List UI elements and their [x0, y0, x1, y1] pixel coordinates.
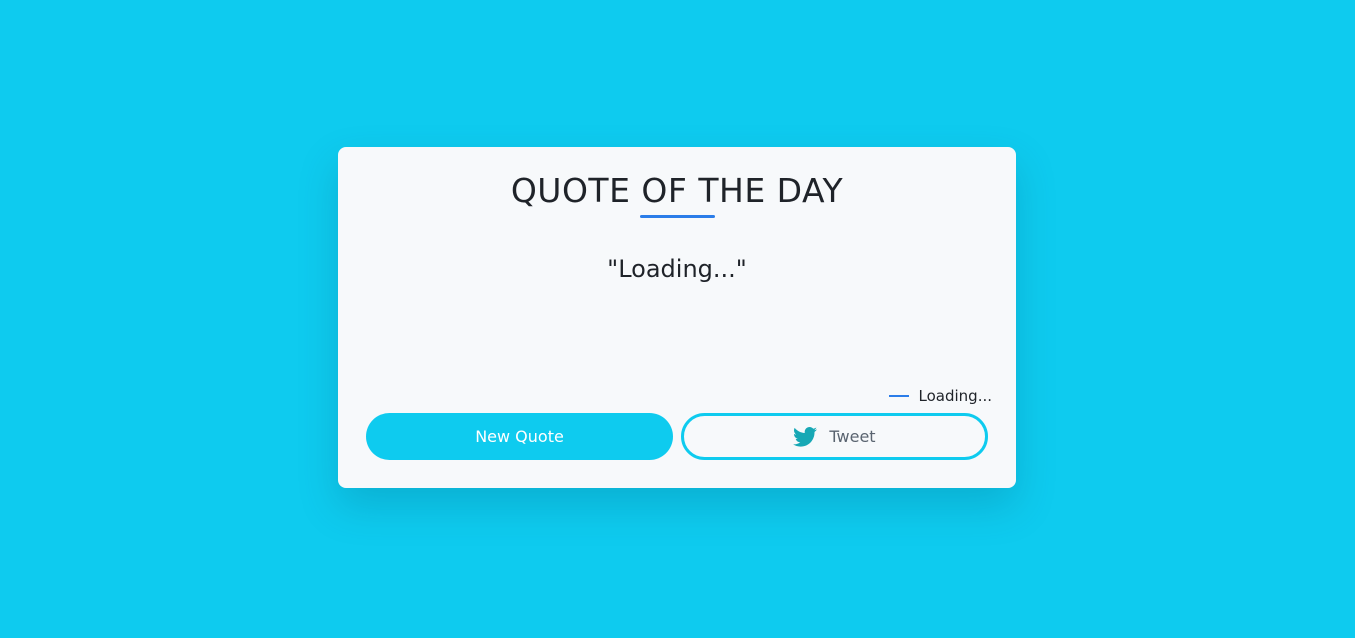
- page-title: QUOTE OF THE DAY: [510, 171, 844, 210]
- new-quote-label: New Quote: [475, 427, 564, 446]
- author-name: Loading...: [918, 387, 992, 405]
- twitter-bird-icon: [793, 426, 818, 447]
- author-dash: [888, 395, 909, 397]
- tweet-label: Tweet: [829, 427, 876, 446]
- quote-author: Loading...: [888, 387, 992, 405]
- quote-text: "Loading...": [607, 255, 747, 283]
- tweet-button[interactable]: Tweet: [681, 413, 988, 460]
- new-quote-button[interactable]: New Quote: [366, 413, 673, 460]
- quote-card: QUOTE OF THE DAY "Loading..." Loading...…: [338, 147, 1016, 488]
- title-underline: [640, 215, 715, 218]
